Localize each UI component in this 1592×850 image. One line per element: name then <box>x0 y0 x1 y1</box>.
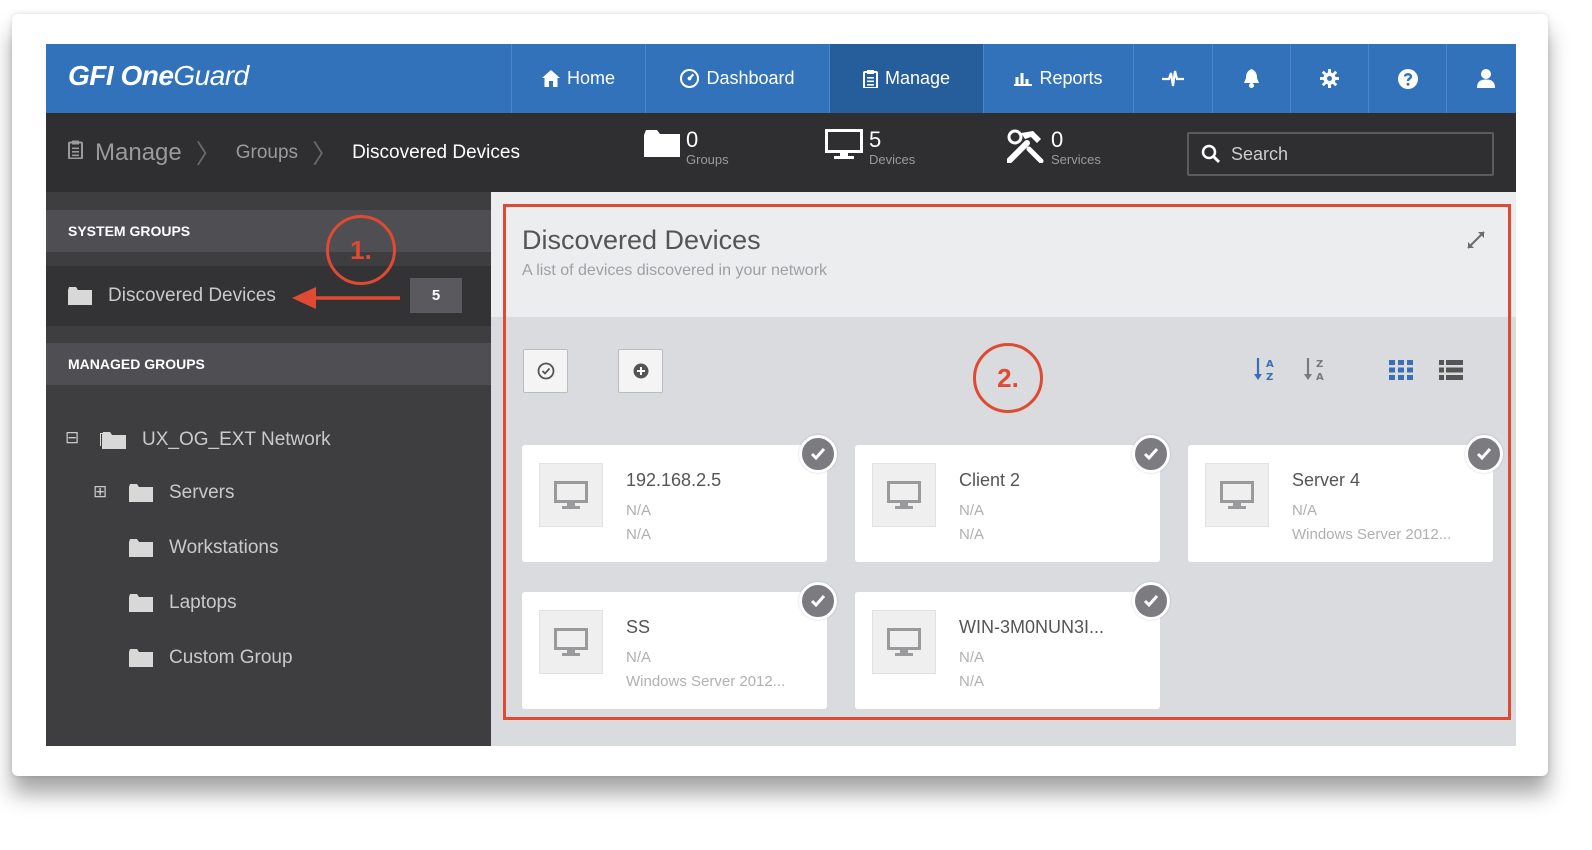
sidebar-item-custom-group[interactable]: Custom Group <box>129 647 293 669</box>
sidebar-item-discovered-devices-link[interactable]: Discovered Devices <box>68 285 276 307</box>
breadcrumb: Manage 〉 Groups 〉 Discovered Devices <box>68 113 520 192</box>
dashboard-icon <box>680 69 700 88</box>
nav-reports[interactable]: Reports <box>983 44 1133 113</box>
help-icon <box>1397 68 1418 89</box>
clipboard-icon <box>68 140 83 165</box>
stat-services[interactable]: 0 Services <box>1007 129 1101 167</box>
breadcrumb-bar: Manage 〉 Groups 〉 Discovered Devices 0 G… <box>46 113 1516 192</box>
top-navigation-bar: GFI OneGuard Home Dashboard Manage Repor… <box>46 44 1516 113</box>
search-icon <box>1201 144 1221 164</box>
folder-icon <box>129 649 153 667</box>
system-groups-heading: SYSTEM GROUPS <box>46 210 491 252</box>
breadcrumb-separator: 〉 <box>195 139 222 169</box>
breadcrumb-manage[interactable]: Manage <box>95 139 182 167</box>
bell-icon <box>1244 69 1259 88</box>
sidebar-item-laptops[interactable]: Laptops <box>129 592 237 614</box>
search-box[interactable] <box>1187 132 1494 176</box>
breadcrumb-groups[interactable]: Groups <box>236 142 298 164</box>
folder-icon <box>644 130 680 157</box>
nav-home[interactable]: Home <box>511 44 645 113</box>
annotation-marker-2: 2. <box>973 343 1043 413</box>
folder-icon <box>129 594 153 612</box>
stat-services-value: 0 <box>1051 127 1064 152</box>
gear-icon <box>1320 69 1339 88</box>
breadcrumb-current: Discovered Devices <box>352 141 520 163</box>
nav-manage[interactable]: Manage <box>829 44 983 113</box>
nav-dashboard[interactable]: Dashboard <box>645 44 829 113</box>
nav-reports-label: Reports <box>1039 68 1103 88</box>
app-logo[interactable]: GFI OneGuard <box>68 60 249 92</box>
activity-icon <box>1162 70 1184 86</box>
logo-gfi: GFI <box>68 60 114 91</box>
stat-devices[interactable]: 5 Devices <box>825 129 915 167</box>
nav-activity[interactable] <box>1133 44 1212 113</box>
annotation-highlight-box <box>503 204 1511 720</box>
sidebar-item-label: UX_OG_EXT Network <box>142 429 331 450</box>
nav-dashboard-label: Dashboard <box>706 68 795 88</box>
logo-one: One <box>113 60 174 91</box>
nav-manage-label: Manage <box>884 68 951 88</box>
folder-icon <box>129 539 153 557</box>
sidebar-item-servers[interactable]: Servers <box>129 482 234 504</box>
sidebar-item-label: Discovered Devices <box>108 285 276 306</box>
search-input[interactable] <box>1231 143 1471 165</box>
stat-services-label: Services <box>1051 152 1101 167</box>
managed-groups-heading: MANAGED GROUPS <box>46 343 491 385</box>
folder-icon <box>129 484 153 502</box>
device-count-badge: 5 <box>410 278 462 313</box>
sidebar-item-label: Servers <box>169 482 235 503</box>
stat-devices-label: Devices <box>869 152 916 167</box>
stat-groups-value: 0 <box>686 127 699 152</box>
user-icon <box>1476 69 1495 88</box>
sidebar-item-label: Custom Group <box>169 647 293 668</box>
annotation-marker-1: 1. <box>326 215 396 285</box>
main-nav: Home Dashboard Manage Reports <box>511 44 1516 113</box>
nav-help[interactable] <box>1368 44 1446 113</box>
breadcrumb-separator: 〉 <box>312 139 339 169</box>
clipboard-icon <box>862 69 878 88</box>
folder-icon <box>68 287 92 305</box>
sidebar-item-workstations[interactable]: Workstations <box>129 537 278 559</box>
sidebar-item-network[interactable]: UX_OG_EXT Network <box>100 429 331 451</box>
sidebar-item-label: Workstations <box>169 537 279 558</box>
bar-chart-icon <box>1014 73 1033 86</box>
monitor-icon <box>825 129 863 159</box>
logo-guard: Guard <box>173 60 249 91</box>
nav-user[interactable] <box>1446 44 1516 113</box>
nav-notifications[interactable] <box>1212 44 1290 113</box>
sidebar: SYSTEM GROUPS Discovered Devices 5 MANAG… <box>46 192 491 746</box>
stat-devices-value: 5 <box>869 127 882 152</box>
stat-groups[interactable]: 0 Groups <box>644 129 729 167</box>
sidebar-item-label: Laptops <box>169 592 237 613</box>
stat-groups-label: Groups <box>686 152 729 167</box>
folders-icon <box>100 432 126 449</box>
expand-toggle[interactable]: ⊞ <box>93 483 107 500</box>
annotation-arrow <box>292 287 400 309</box>
collapse-toggle[interactable]: ⊟ <box>65 429 79 446</box>
nav-settings[interactable] <box>1290 44 1368 113</box>
nav-home-label: Home <box>566 68 615 88</box>
tools-icon <box>1007 129 1044 163</box>
home-icon <box>541 70 560 87</box>
